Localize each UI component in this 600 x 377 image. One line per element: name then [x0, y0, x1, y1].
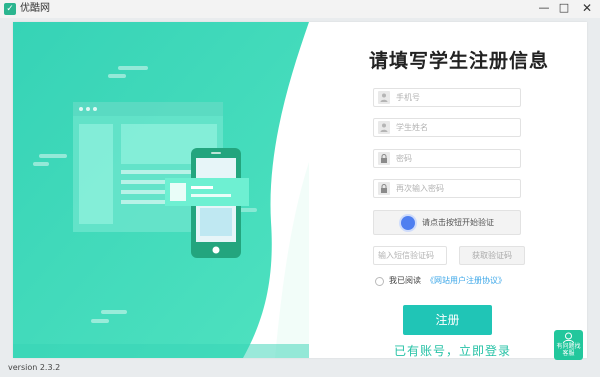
register-button[interactable]: 注册 [403, 305, 492, 335]
minimize-button[interactable]: — [534, 0, 554, 18]
sms-code-input[interactable] [378, 248, 442, 263]
verify-label: 请点击按钮开始验证 [422, 218, 494, 227]
illustration-panel [13, 22, 309, 358]
user-icon [378, 91, 390, 104]
lock-icon [378, 152, 390, 165]
customer-service-label: 有问题找客服 [556, 343, 581, 357]
close-button[interactable]: ✕ [574, 0, 600, 18]
customer-service-button[interactable]: 有问题找客服 [554, 330, 583, 360]
user-agreement-link[interactable]: 《网站用户注册协议》 [426, 275, 506, 286]
student-name-input[interactable] [396, 120, 516, 135]
student-name-field[interactable] [373, 118, 521, 137]
version-label: version 2.3.2 [8, 363, 61, 372]
password-input[interactable] [396, 151, 516, 166]
app-logo-icon: ✓ [4, 3, 16, 15]
get-sms-code-button[interactable]: 获取验证码 [459, 246, 525, 265]
form-title: 请填写学生注册信息 [369, 50, 550, 72]
phone-input[interactable] [396, 90, 516, 105]
lock-icon [378, 182, 390, 195]
captcha-verify-button[interactable]: 请点击按钮开始验证 [373, 210, 521, 235]
phone-field[interactable] [373, 88, 521, 107]
confirm-password-field[interactable] [373, 179, 521, 198]
window-title: 优酷网 [20, 3, 50, 14]
maximize-button[interactable]: □ [554, 0, 574, 18]
user-icon [378, 121, 390, 134]
sms-code-field[interactable] [373, 246, 447, 265]
verify-dot-icon [401, 216, 415, 230]
password-field[interactable] [373, 149, 521, 168]
phone-browser-illustration [13, 22, 309, 358]
agree-checkbox[interactable] [375, 277, 384, 286]
login-link[interactable]: 已有账号，立即登录 [394, 342, 511, 359]
title-bar: ✓ 优酷网 — □ ✕ [0, 0, 600, 18]
agree-text: 我已阅读 [389, 276, 421, 285]
confirm-password-input[interactable] [396, 181, 516, 196]
registration-card: 请填写学生注册信息 请点击按钮开始验证 获取验证码 我 [13, 22, 587, 358]
